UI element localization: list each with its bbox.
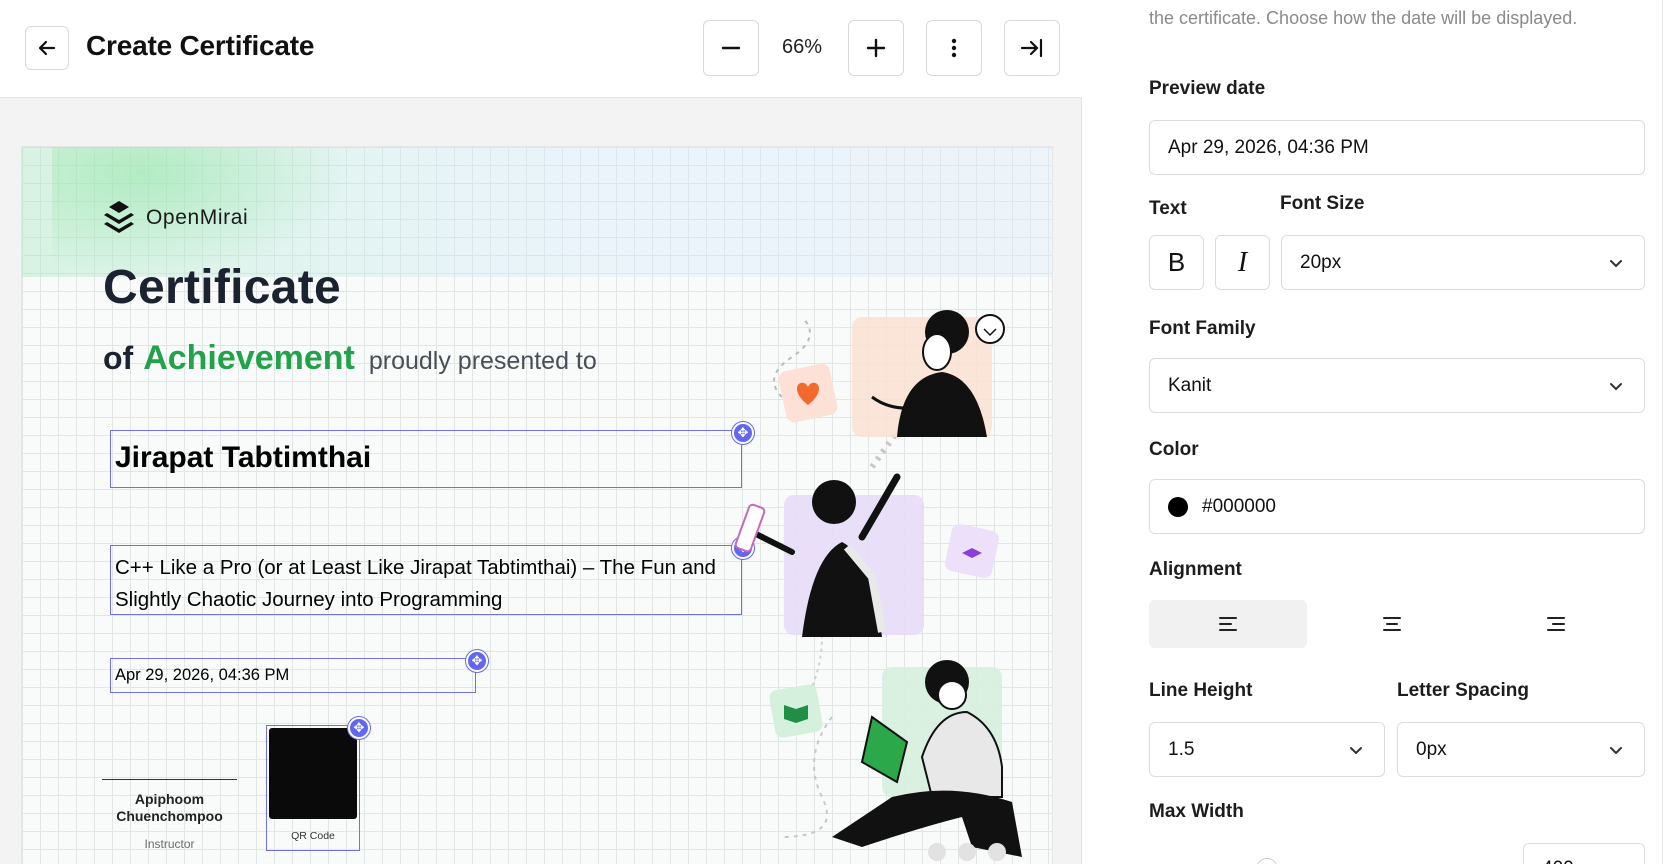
collapse-panel-button[interactable] [1004, 20, 1060, 76]
bold-button[interactable]: B [1149, 235, 1204, 290]
font-size-select[interactable]: 20px [1281, 235, 1645, 290]
subtitle-of: of [103, 340, 134, 376]
recipient-name-block[interactable]: Jirapat Tabtimthai ✥ [110, 422, 754, 488]
preview-date-field[interactable]: Apr 29, 2026, 04:36 PM [1149, 120, 1645, 175]
qr-code-label: QR Code [291, 830, 335, 842]
align-center-icon [1383, 617, 1401, 631]
align-left-button[interactable] [1149, 600, 1307, 648]
line-height-select[interactable]: 1.5 [1149, 722, 1385, 777]
italic-icon: I [1237, 246, 1248, 278]
font-family-value: Kanit [1168, 374, 1212, 396]
subtitle-achievement: Achievement [143, 339, 355, 377]
move-handle-icon[interactable]: ✥ [466, 650, 488, 672]
date-help-text: the certificate. Choose how the date wil… [1149, 8, 1578, 28]
presented-to-text: proudly presented to [368, 347, 597, 375]
openmirai-logo-icon [104, 201, 134, 233]
letter-spacing-value: 0px [1416, 738, 1447, 760]
color-label: Color [1149, 439, 1199, 460]
more-options-button[interactable] [926, 20, 982, 76]
max-width-input[interactable]: 400 [1523, 843, 1645, 864]
chevron-down-icon [1610, 747, 1622, 754]
chevron-down-icon [1350, 747, 1362, 754]
move-handle-icon[interactable]: ✥ [348, 717, 370, 739]
brand-name: OpenMirai [146, 206, 249, 229]
align-left-icon [1219, 617, 1237, 631]
color-value: #000000 [1202, 495, 1276, 517]
max-width-value: 400 [1542, 858, 1574, 864]
course-title-block[interactable]: C++ Like a Pro (or at Least Like Jirapat… [110, 537, 754, 615]
qr-code-block[interactable]: QR Code ✥ [266, 717, 370, 851]
max-width-label: Max Width [1149, 801, 1244, 822]
certificate-date: Apr 29, 2026, 04:36 PM [115, 666, 290, 684]
zoom-level: 66% [781, 36, 823, 58]
color-picker-field[interactable]: #000000 [1149, 479, 1645, 534]
recipient-name: Jirapat Tabtimthai [115, 441, 372, 474]
certificate-illustration [734, 310, 1022, 861]
chevron-down-icon [1610, 260, 1622, 267]
arrow-right-to-line-icon [1020, 38, 1043, 58]
preview-date-value: Apr 29, 2026, 04:36 PM [1168, 136, 1369, 158]
align-center-button[interactable] [1313, 600, 1471, 648]
arrow-left-icon [38, 40, 56, 56]
signature-line [102, 779, 237, 780]
bold-icon: B [1167, 247, 1186, 277]
line-height-value: 1.5 [1168, 738, 1195, 760]
letter-spacing-select[interactable]: 0px [1397, 722, 1645, 777]
certificate-canvas[interactable]: OpenMirai Certificate of Achievement pro… [22, 147, 1052, 864]
editor-area: Create Certificate 66% OpenMirai Certifi… [0, 0, 1082, 864]
line-height-label: Line Height [1149, 680, 1253, 701]
certificate-title[interactable]: Certificate [103, 260, 341, 315]
color-swatch[interactable] [1168, 496, 1188, 517]
more-vertical-icon [951, 38, 957, 58]
font-family-label: Font Family [1149, 318, 1256, 339]
preview-date-label: Preview date [1149, 78, 1266, 99]
text-style-label: Text [1149, 198, 1187, 219]
course-title: C++ Like a Pro (or at Least Like Jirapat… [115, 556, 716, 611]
zoom-in-button[interactable] [848, 20, 904, 76]
signatory-role[interactable]: Instructor [102, 837, 237, 851]
plus-icon [866, 38, 886, 58]
zoom-out-button[interactable] [703, 20, 759, 76]
editor-toolbar: Create Certificate 66% [0, 0, 1082, 98]
align-right-icon [1547, 617, 1565, 631]
chevron-down-icon [1610, 383, 1622, 390]
date-block[interactable]: Apr 29, 2026, 04:36 PM ✥ [110, 650, 488, 693]
brand-logo: OpenMirai [102, 199, 248, 237]
italic-button[interactable]: I [1215, 235, 1270, 290]
alignment-label: Alignment [1149, 559, 1242, 580]
font-family-select[interactable]: Kanit [1149, 358, 1645, 413]
minus-icon [721, 46, 741, 50]
font-size-label: Font Size [1280, 193, 1365, 214]
panel-scrollbar-edge [1662, 0, 1663, 864]
signatory-name[interactable]: Apiphoom Chuenchompoo [102, 791, 237, 825]
letter-spacing-label: Letter Spacing [1397, 680, 1529, 701]
certificate-subtitle[interactable]: of Achievement proudly presented to [103, 339, 597, 378]
page-title: Create Certificate [86, 30, 315, 61]
qr-code-placeholder [269, 728, 357, 819]
align-right-button[interactable] [1477, 600, 1635, 648]
back-button[interactable] [25, 26, 69, 70]
settings-panel: the certificate. Choose how the date wil… [1083, 0, 1672, 864]
font-size-value: 20px [1300, 251, 1342, 273]
